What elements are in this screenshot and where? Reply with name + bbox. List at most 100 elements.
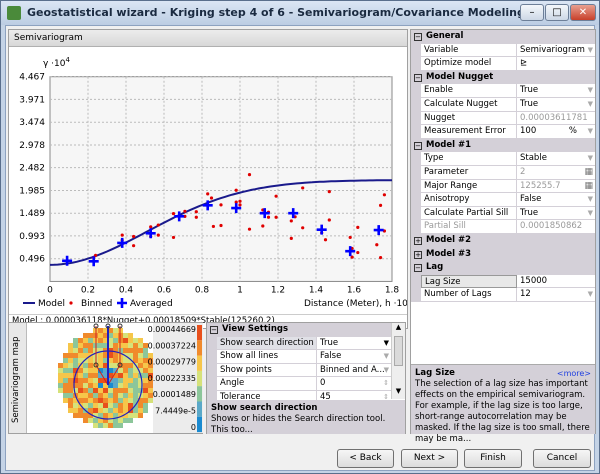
- category-model-nugget[interactable]: − Model Nugget: [411, 70, 595, 85]
- x-tick-label: 1.2: [271, 285, 285, 295]
- property-value[interactable]: False ▼: [517, 193, 595, 207]
- view-settings-scrollbar[interactable]: ▲ ▼: [391, 323, 405, 399]
- view-settings-description: Show search direction Shows or hides the…: [207, 400, 405, 435]
- semivariogram-map[interactable]: 0.00044669 0.00037224 0.00029779 0.00022335…: [28, 323, 203, 433]
- dropdown-arrow-icon[interactable]: ▼: [588, 44, 593, 57]
- property-row[interactable]: Lag Size 15000: [411, 274, 595, 289]
- collapse-icon[interactable]: −: [210, 326, 218, 334]
- property-value[interactable]: True ▼: [517, 207, 595, 221]
- binned-point: [171, 235, 176, 240]
- setting-value[interactable]: False ▼: [317, 350, 391, 364]
- binned-point: [348, 235, 352, 240]
- dropdown-arrow-icon[interactable]: ▼: [384, 337, 389, 350]
- setting-name: Angle: [217, 377, 317, 391]
- expand-icon[interactable]: +: [414, 250, 422, 259]
- property-value[interactable]: Semivariogram ▼: [517, 44, 595, 58]
- property-name: Nugget: [421, 111, 517, 126]
- dropdown-arrow-icon[interactable]: ▼: [588, 288, 593, 301]
- property-value[interactable]: 0.0001850862: [517, 220, 595, 234]
- property-row[interactable]: Parameter 2 ▦: [411, 166, 595, 180]
- property-row[interactable]: Major Range 125255.7 ▦: [411, 179, 595, 194]
- property-row[interactable]: Partial Sill 0.0001850862: [411, 220, 595, 234]
- next-button[interactable]: Next >: [401, 449, 458, 468]
- property-row[interactable]: Measurement Error 100% ▼: [411, 125, 595, 139]
- property-row[interactable]: Variable Semivariogram ▼: [411, 43, 595, 58]
- property-row[interactable]: Calculate Partial Sill True ▼: [411, 206, 595, 221]
- property-row[interactable]: Optimize model ⊵: [411, 57, 595, 71]
- binned-point: [323, 238, 328, 242]
- view-settings-category[interactable]: − View Settings: [207, 323, 391, 337]
- property-value[interactable]: 2 ▦: [517, 166, 595, 180]
- dropdown-arrow-icon[interactable]: ▼: [588, 193, 593, 206]
- wizard-window: Geostatistical wizard - Kriging step 4 o…: [0, 0, 600, 474]
- category-lag[interactable]: − Lag: [411, 261, 595, 275]
- close-button[interactable]: ✕: [570, 4, 596, 21]
- dropdown-arrow-icon[interactable]: ▼: [588, 84, 593, 97]
- binned-point: [132, 234, 136, 239]
- calculator-icon[interactable]: ▦: [584, 166, 593, 179]
- property-value[interactable]: True ▼: [517, 98, 595, 112]
- view-setting-row[interactable]: Show points Binned and A... ▼: [207, 363, 391, 378]
- y-tick-label: 0.496: [19, 255, 45, 265]
- property-row[interactable]: Nugget 0.00003611781: [411, 111, 595, 126]
- cancel-button[interactable]: Cancel: [533, 449, 591, 468]
- semivariogram-chart[interactable]: 0.496 0.993 1.489 1.985 2.482 2.978 3.474 3.971…: [9, 30, 407, 328]
- dropdown-arrow-icon[interactable]: ▼: [588, 125, 593, 138]
- collapse-icon[interactable]: −: [414, 33, 422, 41]
- finish-button[interactable]: Finish: [464, 449, 522, 468]
- property-row[interactable]: Enable True ▼: [411, 84, 595, 98]
- minimize-button[interactable]: –: [520, 4, 544, 21]
- binned-point: [238, 199, 242, 203]
- property-value[interactable]: 12 ▼: [517, 288, 595, 302]
- property-value[interactable]: Stable ▼: [517, 152, 595, 166]
- setting-value[interactable]: Binned and A... ▼: [317, 364, 391, 378]
- collapse-icon[interactable]: −: [414, 264, 422, 273]
- back-button[interactable]: < Back: [337, 449, 394, 468]
- calculator-icon[interactable]: ▦: [584, 180, 593, 193]
- expand-icon[interactable]: +: [414, 237, 422, 245]
- category-model-1[interactable]: − Model #1: [411, 138, 595, 153]
- legend-model: Model: [38, 299, 65, 309]
- binned-point: [132, 244, 136, 248]
- maximize-button[interactable]: □: [545, 4, 569, 21]
- property-value[interactable]: 0.00003611781: [517, 112, 595, 126]
- category-general[interactable]: − General: [411, 30, 595, 44]
- dropdown-arrow-icon[interactable]: ▼: [588, 152, 593, 165]
- property-value[interactable]: ⊵: [517, 57, 595, 71]
- property-value[interactable]: True ▼: [517, 84, 595, 98]
- property-row[interactable]: Type Stable ▼: [411, 152, 595, 166]
- property-name: Partial Sill: [421, 220, 517, 234]
- setting-value[interactable]: True ▼: [317, 337, 391, 351]
- dropdown-arrow-icon[interactable]: ▼: [588, 207, 593, 220]
- binned-point: [289, 236, 293, 240]
- collapse-icon[interactable]: −: [414, 73, 422, 82]
- collapse-icon[interactable]: −: [414, 141, 422, 150]
- semivariogram-panel: Semivariogram 0.496 0.993 1.489 1.985 2.482 2…: [8, 29, 408, 329]
- property-name: Optimize model: [421, 57, 517, 71]
- setting-value[interactable]: 0 ⇕: [317, 377, 391, 391]
- plot-area: [49, 76, 393, 282]
- spinner-icon[interactable]: ⇕: [383, 377, 389, 390]
- property-value[interactable]: 15000: [517, 275, 595, 289]
- binned-point: [327, 218, 331, 222]
- scroll-down-icon[interactable]: ▼: [392, 387, 405, 399]
- view-setting-row[interactable]: Show all lines False ▼: [207, 350, 391, 364]
- binned-point: [327, 190, 331, 194]
- map-legend-label: 0.00037224: [148, 341, 196, 350]
- dropdown-arrow-icon[interactable]: ▼: [588, 98, 593, 111]
- dropdown-arrow-icon[interactable]: ▼: [384, 350, 389, 363]
- dropdown-arrow-icon[interactable]: ▼: [384, 364, 389, 377]
- scroll-thumb[interactable]: [394, 336, 403, 366]
- scroll-up-icon[interactable]: ▲: [392, 323, 405, 335]
- property-row[interactable]: Number of Lags 12 ▼: [411, 288, 595, 302]
- property-row[interactable]: Calculate Nugget True ▼: [411, 98, 595, 112]
- property-row[interactable]: Anisotropy False ▼: [411, 193, 595, 207]
- property-value[interactable]: 100% ▼: [517, 125, 595, 139]
- category-model-2[interactable]: + Model #2: [411, 234, 595, 248]
- view-setting-row[interactable]: Angle 0 ⇕: [207, 377, 391, 391]
- more-link[interactable]: <more>: [557, 368, 591, 379]
- binned-point: [375, 243, 379, 247]
- view-setting-row[interactable]: Show search direction True ▼: [207, 336, 391, 351]
- property-value[interactable]: 125255.7 ▦: [517, 180, 595, 194]
- category-model-3[interactable]: + Model #3: [411, 247, 595, 262]
